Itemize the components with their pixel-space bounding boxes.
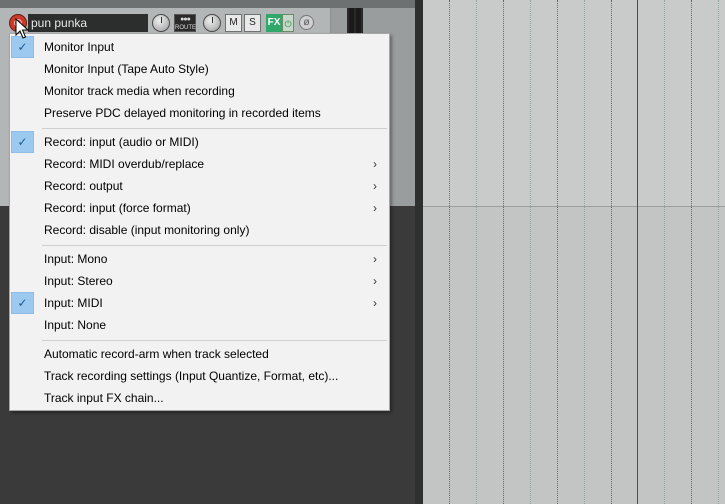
- menu-item[interactable]: Automatic record-arm when track selected: [10, 343, 389, 365]
- menu-item-label: Record: MIDI overdub/replace: [44, 157, 205, 171]
- menu-item[interactable]: Track recording settings (Input Quantize…: [10, 365, 389, 387]
- submenu-arrow-icon: ›: [373, 296, 377, 310]
- menu-item[interactable]: Input: Stereo ›: [10, 270, 389, 292]
- menu-item[interactable]: Monitor track media when recording: [10, 80, 389, 102]
- menu-item-label: Input: Stereo: [44, 274, 113, 288]
- checkmark-icon: ✓: [11, 292, 34, 314]
- checkmark-icon: ✓: [11, 131, 34, 153]
- menu-item-label: Input: None: [44, 318, 107, 332]
- menu-item[interactable]: Record: disable (input monitoring only): [10, 219, 389, 241]
- menu-item-label: Track recording settings (Input Quantize…: [44, 369, 339, 383]
- menu-item[interactable]: Preserve PDC delayed monitoring in recor…: [10, 102, 389, 124]
- route-icon: ●●●: [180, 16, 191, 23]
- grid-line: [584, 0, 586, 504]
- menu-separator: [42, 340, 387, 341]
- grid-line: [503, 0, 505, 504]
- menu-item-label: Monitor Input: [44, 40, 115, 54]
- menu-item[interactable]: Input: Mono ›: [10, 248, 389, 270]
- menu-separator: [42, 128, 387, 129]
- menu-item-label: Monitor Input (Tape Auto Style): [44, 62, 209, 76]
- menu-item[interactable]: Record: output ›: [10, 175, 389, 197]
- menu-item[interactable]: Record: input (force format) ›: [10, 197, 389, 219]
- fx-power-icon[interactable]: ⏻: [282, 14, 294, 32]
- edit-cursor-line: [637, 0, 638, 504]
- menu-item-label: Record: disable (input monitoring only): [44, 223, 250, 237]
- mouse-pointer-icon: [15, 18, 29, 39]
- menu-item-label: Record: output: [44, 179, 123, 193]
- tcp-top-strip: [0, 0, 415, 8]
- grid-line: [476, 0, 478, 504]
- submenu-arrow-icon: ›: [373, 252, 377, 266]
- route-label: ROUTE: [175, 25, 196, 31]
- grid-line: [664, 0, 666, 504]
- record-monitoring-context-menu: ✓ Monitor Input Monitor Input (Tape Auto S…: [9, 33, 390, 411]
- grid-line: [691, 0, 693, 504]
- menu-item-label: Track input FX chain...: [44, 391, 164, 405]
- fx-button[interactable]: FX: [266, 14, 282, 32]
- menu-item-label: Input: MIDI: [44, 296, 103, 310]
- menu-item-label: Monitor track media when recording: [44, 84, 235, 98]
- grid-line: [718, 0, 720, 504]
- submenu-arrow-icon: ›: [373, 179, 377, 193]
- submenu-arrow-icon: ›: [373, 201, 377, 215]
- solo-button[interactable]: S: [244, 14, 261, 32]
- mute-button[interactable]: M: [225, 14, 242, 32]
- menu-item-label: Record: input (audio or MIDI): [44, 135, 199, 149]
- tcp-divider[interactable]: [415, 0, 423, 504]
- menu-item[interactable]: Record: MIDI overdub/replace ›: [10, 153, 389, 175]
- menu-item[interactable]: ✓ Record: input (audio or MIDI): [10, 131, 389, 153]
- lane-divider: [423, 206, 725, 207]
- menu-item[interactable]: Track input FX chain...: [10, 387, 389, 409]
- track-lane[interactable]: [423, 0, 725, 206]
- grid-line: [557, 0, 559, 504]
- menu-item[interactable]: Input: None: [10, 314, 389, 336]
- route-button[interactable]: ●●● ROUTE: [174, 14, 196, 32]
- phase-invert-icon[interactable]: ø: [299, 15, 314, 30]
- menu-item-label: Record: input (force format): [44, 201, 191, 215]
- arrange-view[interactable]: [423, 0, 725, 504]
- grid-line: [449, 0, 451, 504]
- volume-knob[interactable]: [152, 14, 170, 32]
- menu-item[interactable]: ✓ Input: MIDI ›: [10, 292, 389, 314]
- pan-knob[interactable]: [203, 14, 221, 32]
- menu-item-label: Automatic record-arm when track selected: [44, 347, 269, 361]
- menu-item[interactable]: ✓ Monitor Input: [10, 36, 389, 58]
- track-name-field[interactable]: pun punka: [28, 14, 148, 32]
- grid-line: [530, 0, 532, 504]
- menu-separator: [42, 245, 387, 246]
- menu-item-label: Input: Mono: [44, 252, 108, 266]
- grid-line: [611, 0, 613, 504]
- submenu-arrow-icon: ›: [373, 157, 377, 171]
- menu-item-label: Preserve PDC delayed monitoring in recor…: [44, 106, 321, 120]
- submenu-arrow-icon: ›: [373, 274, 377, 288]
- menu-item[interactable]: Monitor Input (Tape Auto Style): [10, 58, 389, 80]
